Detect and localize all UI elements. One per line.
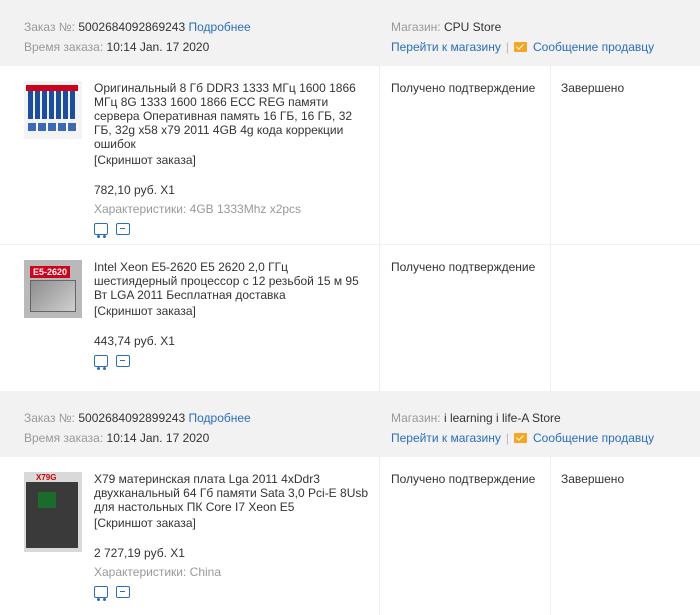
order-header: Заказ №: 5002684092899243 Подробнее Врем…: [0, 391, 700, 457]
order-snapshot-link[interactable]: [Скриншот заказа]: [94, 153, 370, 167]
order-time-label: Время заказа:: [24, 431, 104, 445]
order-header: Заказ №: 5002684092869243 Подробнее Врем…: [0, 0, 700, 66]
separator: |: [505, 431, 509, 445]
order-status: Завершено: [561, 81, 625, 95]
order-time-label: Время заказа:: [24, 40, 104, 54]
order-2: Заказ №: 5002684092899243 Подробнее Врем…: [0, 391, 700, 615]
product-thumbnail[interactable]: X79G: [24, 472, 82, 552]
store-label: Магазин:: [391, 411, 441, 425]
thumbnail-label: X79G: [36, 473, 57, 482]
product-price: 443,74 руб. X1: [94, 334, 175, 348]
order-details-link[interactable]: Подробнее: [189, 411, 251, 425]
message-seller-link[interactable]: Сообщение продавцу: [533, 40, 654, 54]
product-price: 2 727,19 руб. X1: [94, 546, 185, 560]
store-name: i learning i life-A Store: [443, 411, 561, 425]
product-title-link[interactable]: Оригинальный 8 Гб DDR3 1333 МГц 1600 186…: [94, 81, 370, 151]
order-number: 5002684092899243: [78, 411, 186, 425]
attributes-label: Характеристики:: [94, 565, 187, 579]
order-item-row: E5-2620 Intel Xeon E5-2620 E5 2620 2,0 Г…: [0, 244, 700, 391]
order-number: 5002684092869243: [78, 20, 186, 34]
confirmation-status: Получено подтверждение: [391, 81, 536, 95]
product-thumbnail[interactable]: E5-2620: [24, 260, 82, 318]
order-number-label: Заказ №:: [24, 411, 76, 425]
store-label: Магазин:: [391, 20, 441, 34]
confirmation-status: Получено подтверждение: [391, 260, 536, 274]
go-to-store-link[interactable]: Перейти к магазину: [391, 431, 501, 445]
truck-icon[interactable]: [94, 355, 108, 370]
order-number-label: Заказ №:: [24, 20, 76, 34]
order-time: 10:14 Jan. 17 2020: [106, 431, 210, 445]
go-to-store-link[interactable]: Перейти к магазину: [391, 40, 501, 54]
mail-icon[interactable]: [514, 433, 527, 443]
truck-icon[interactable]: [94, 223, 108, 238]
product-thumbnail[interactable]: [24, 81, 82, 139]
order-snapshot-link[interactable]: [Скриншот заказа]: [94, 304, 370, 318]
separator: |: [505, 40, 509, 54]
order-status: Завершено: [561, 472, 625, 486]
order-item-row: Оригинальный 8 Гб DDR3 1333 МГц 1600 186…: [0, 66, 700, 244]
order-details-link[interactable]: Подробнее: [189, 20, 251, 34]
attributes-label: Характеристики:: [94, 202, 187, 216]
product-price: 782,10 руб. X1: [94, 183, 175, 197]
thumbnail-label: E5-2620: [30, 266, 70, 278]
confirmation-status: Получено подтверждение: [391, 472, 536, 486]
attributes-value: China: [189, 565, 222, 579]
product-title-link[interactable]: Intel Xeon E5-2620 E5 2620 2,0 ГГц шести…: [94, 260, 370, 302]
order-1: Заказ №: 5002684092869243 Подробнее Врем…: [0, 0, 700, 391]
message-seller-link[interactable]: Сообщение продавцу: [533, 431, 654, 445]
order-time: 10:14 Jan. 17 2020: [106, 40, 210, 54]
order-snapshot-link[interactable]: [Скриншот заказа]: [94, 516, 370, 530]
receipt-icon[interactable]: [116, 586, 130, 598]
mail-icon[interactable]: [514, 42, 527, 52]
receipt-icon[interactable]: [116, 355, 130, 367]
truck-icon[interactable]: [94, 586, 108, 601]
order-item-row: X79G X79 материнская плата Lga 2011 4xDd…: [0, 457, 700, 615]
receipt-icon[interactable]: [116, 223, 130, 235]
store-name: CPU Store: [443, 20, 502, 34]
attributes-value: 4GB 1333Mhz x2pcs: [189, 202, 302, 216]
product-title-link[interactable]: X79 материнская плата Lga 2011 4xDdr3 дв…: [94, 472, 370, 514]
